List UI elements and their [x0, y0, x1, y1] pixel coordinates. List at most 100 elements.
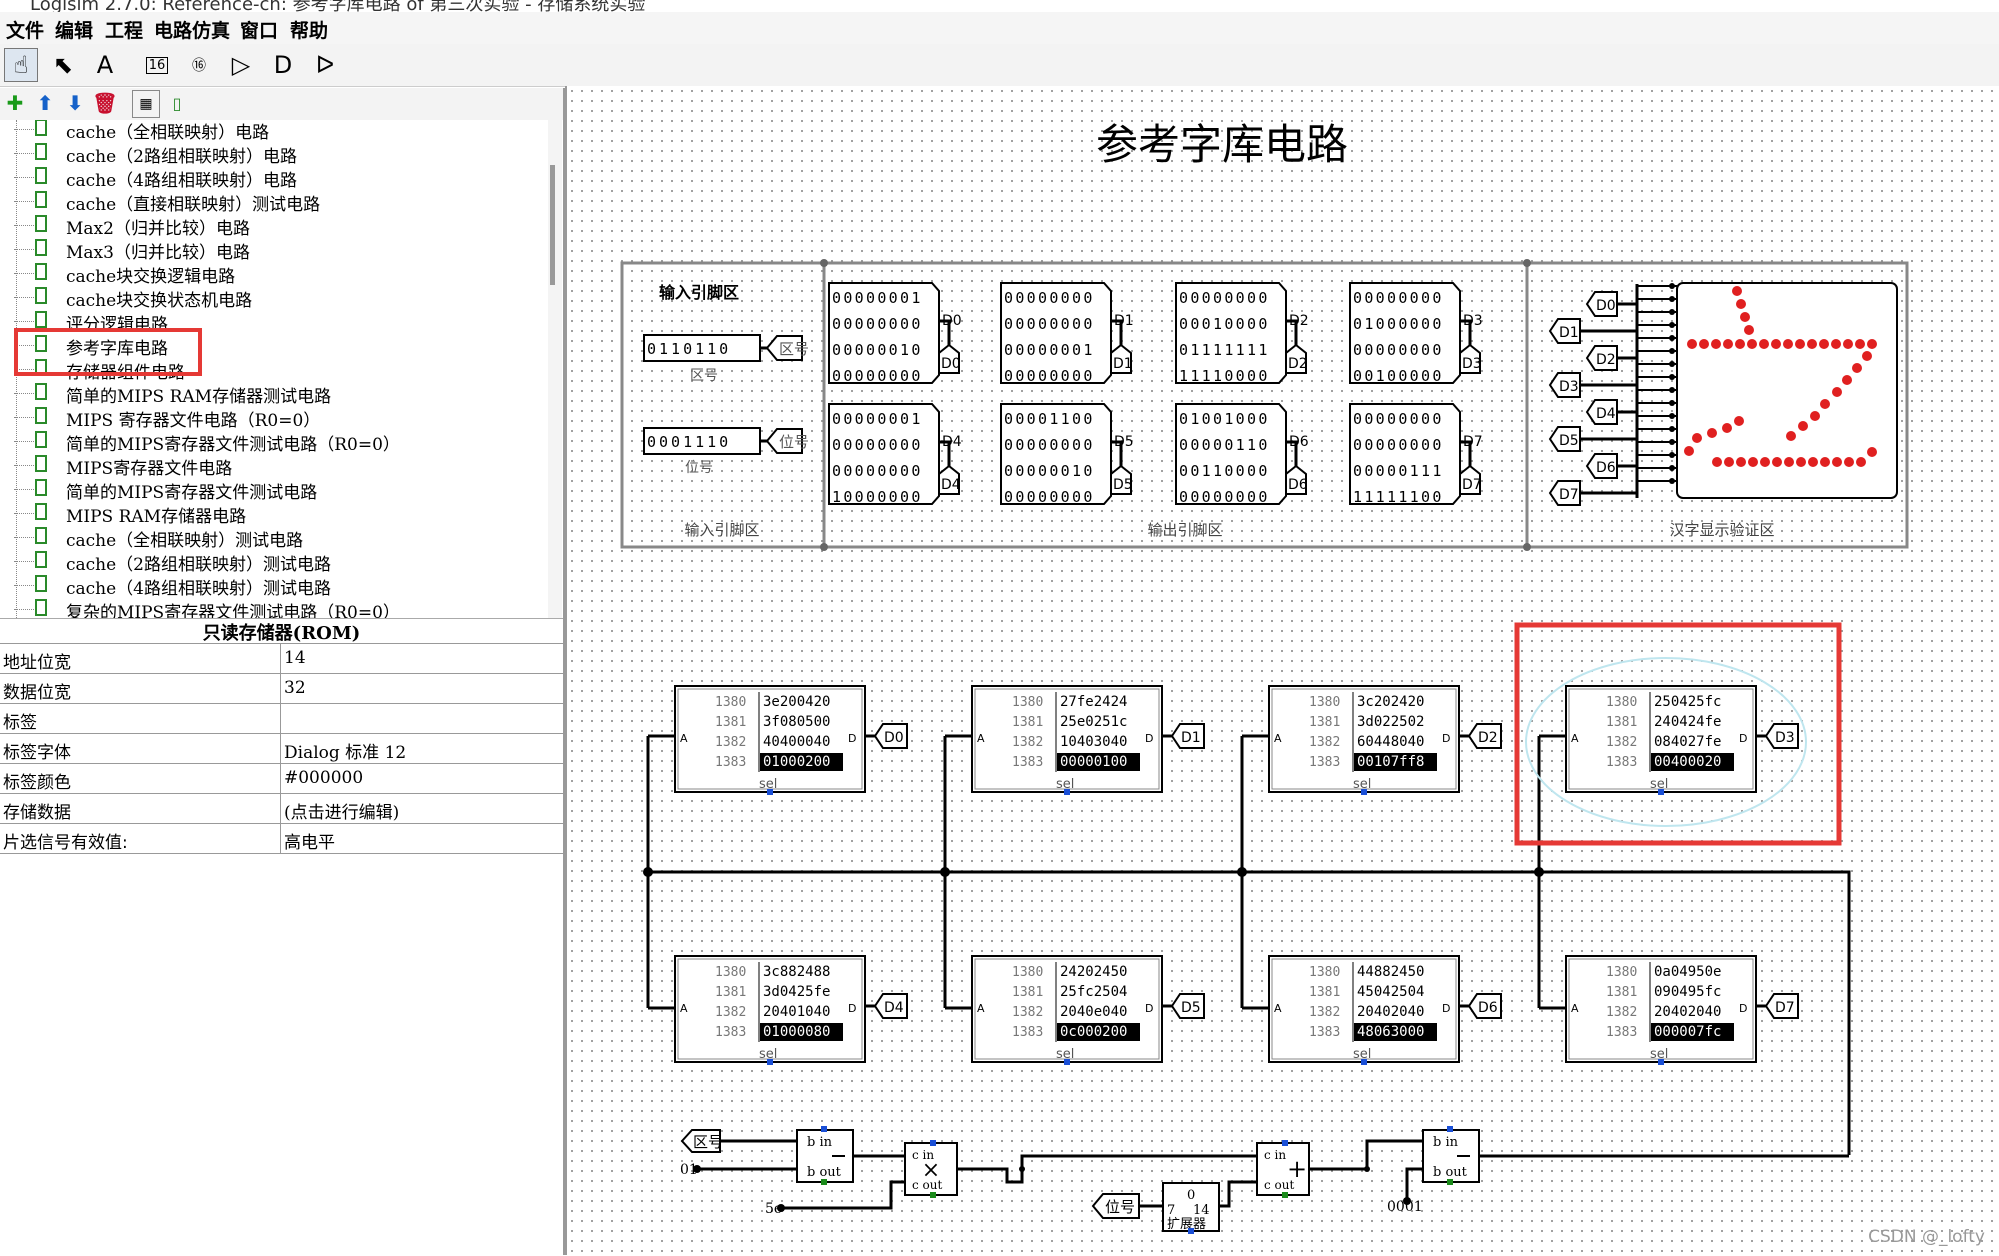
- area-pin-value: 0110110: [647, 340, 731, 358]
- rom-d-label: D: [848, 1002, 856, 1015]
- rom-out-tunnel: D1: [1181, 730, 1201, 746]
- property-row[interactable]: 标签颜色 #000000: [0, 764, 563, 794]
- output-pin-D3[interactable]: 00000000 01000000 00000000 00100000 D3 D3: [1349, 282, 1483, 385]
- and-gate-icon[interactable]: D: [266, 48, 300, 82]
- tree-item[interactable]: 复杂的MIPS寄存器文件测试电路（R0=0）: [0, 597, 540, 618]
- rom-out-tunnel: D5: [1181, 1000, 1201, 1016]
- input-pin-icon[interactable]: 16: [140, 48, 174, 82]
- rom-value: 20402040: [1357, 1004, 1424, 1020]
- property-row[interactable]: 标签: [0, 704, 563, 734]
- property-row[interactable]: 存储数据 (点击进行编辑): [0, 794, 563, 824]
- tree-item[interactable]: cache块交换状态机电路: [0, 285, 540, 311]
- pin-bits: 00000000: [1004, 367, 1095, 385]
- tree-item-label: cache（2路组相联映射）测试电路: [66, 555, 332, 575]
- rom-addr: 1381: [1309, 985, 1340, 1000]
- menu-window[interactable]: 窗口: [240, 16, 278, 43]
- property-value[interactable]: (点击进行编辑): [284, 798, 399, 823]
- rom-a-label: A: [680, 732, 688, 745]
- rom-addr: 1382: [1309, 1005, 1340, 1020]
- tree-item[interactable]: cache（4路组相联映射）电路: [0, 165, 540, 191]
- led-dot: [1712, 457, 1722, 467]
- tree-item[interactable]: Max2（归并比较）电路: [0, 213, 540, 239]
- rom-D0[interactable]: 1380 1381 1382 1383 3e200420 3f080500 40400040…: [674, 685, 908, 795]
- ext-top: 0: [1187, 1188, 1195, 1203]
- rom-value: 000007fc: [1654, 1024, 1721, 1040]
- rom-addr: 1380: [1606, 965, 1637, 980]
- rom-D1[interactable]: 1380 1381 1382 1383 27fe2424 25e0251c 10403040…: [971, 685, 1205, 795]
- property-row[interactable]: 地址位宽 14: [0, 644, 563, 674]
- rom-D7[interactable]: 1380 1381 1382 1383 0a04950e 090495fc 20402040…: [1565, 955, 1799, 1065]
- output-pin-D7[interactable]: 00000000 00000000 00000111 11111100 D7 D7: [1349, 403, 1483, 506]
- pin-bits: 00000111: [1353, 462, 1444, 480]
- tree-item[interactable]: MIPS寄存器文件电路: [0, 453, 540, 479]
- tree-item[interactable]: MIPS 寄存器文件电路（R0=0）: [0, 405, 540, 431]
- output-pin-D4[interactable]: 00000001 00000000 00000000 10000000 D4 D4: [828, 403, 962, 506]
- property-row[interactable]: 片选信号有效值: 高电平: [0, 824, 563, 854]
- tree-item[interactable]: cache（2路组相联映射）电路: [0, 141, 540, 167]
- menu-help[interactable]: 帮助: [290, 16, 328, 43]
- property-value[interactable]: #000000: [284, 768, 363, 788]
- property-value[interactable]: 高电平: [284, 828, 335, 853]
- delete-circuit-icon[interactable]: 🗑: [92, 90, 118, 116]
- pin-tunnel-label: D0: [941, 356, 961, 372]
- output-pin-D6[interactable]: 01001000 00000110 00110000 00000000 D6 D6: [1175, 403, 1309, 506]
- property-row[interactable]: 标签字体 Dialog 标准 12: [0, 734, 563, 764]
- circuit-icon: [35, 503, 47, 520]
- tree-scroll-thumb[interactable]: [550, 165, 555, 285]
- add-circuit-icon[interactable]: ✚: [2, 90, 28, 116]
- rom-addr: 1380: [1012, 965, 1043, 980]
- add-symbol: +: [1287, 1155, 1307, 1183]
- output-pin-D5[interactable]: 00001100 00000000 00000010 00000000 D5 D5: [1000, 403, 1134, 506]
- output-pin-icon[interactable]: ⑯: [182, 48, 216, 82]
- rom-value: 3d0425fe: [763, 984, 830, 1000]
- tree-item[interactable]: cache（全相联映射）测试电路: [0, 525, 540, 551]
- tree-item[interactable]: MIPS RAM存储器电路: [0, 501, 540, 527]
- appearance-view-icon[interactable]: ▦: [132, 90, 160, 118]
- move-up-icon[interactable]: ⬆: [32, 90, 58, 116]
- menu-simulate[interactable]: 电路仿真: [154, 16, 230, 43]
- rom-value: 3d022502: [1357, 714, 1424, 730]
- or-gate-icon[interactable]: ᐅ: [308, 48, 342, 82]
- tree-item[interactable]: cache块交换逻辑电路: [0, 261, 540, 287]
- rom-D5[interactable]: 1380 1381 1382 1383 24202450 25fc2504 2040e040…: [971, 955, 1205, 1065]
- pin-bits: 01111111: [1179, 341, 1270, 359]
- menu-project[interactable]: 工程: [105, 16, 143, 43]
- select-tool-icon[interactable]: ⬉: [46, 48, 80, 82]
- property-value[interactable]: 32: [284, 678, 306, 698]
- move-down-icon[interactable]: ⬇: [62, 90, 88, 116]
- pin-side-label: D0: [942, 313, 962, 329]
- not-gate-icon[interactable]: ▷: [224, 48, 258, 82]
- tree-item[interactable]: Max3（归并比较）电路: [0, 237, 540, 263]
- output-pin-D1[interactable]: 00000000 00000000 00000001 00000000 D1 D1: [1000, 282, 1134, 385]
- rom-D3[interactable]: 1380 1381 1382 1383 250425fc 240424fe 084027fe…: [1565, 685, 1799, 795]
- text-tool-icon[interactable]: A: [88, 48, 122, 82]
- pin-bits: 10000000: [832, 488, 923, 506]
- tree-item[interactable]: cache（直接相联映射）测试电路: [0, 189, 540, 215]
- led-dot: [1707, 428, 1717, 438]
- output-pin-D0[interactable]: 00000001 00000000 00000010 00000000 D0 D0: [828, 282, 962, 385]
- rom-D4[interactable]: 1380 1381 1382 1383 3c882488 3d0425fe 20401040…: [674, 955, 908, 1065]
- tree-item[interactable]: 简单的MIPS寄存器文件测试电路: [0, 477, 540, 503]
- menu-file[interactable]: 文件: [6, 16, 44, 43]
- led-dot: [1748, 457, 1758, 467]
- led-dot: [1747, 339, 1757, 349]
- rom-addr: 1382: [715, 1005, 746, 1020]
- tree-item[interactable]: cache（2路组相联映射）测试电路: [0, 549, 540, 575]
- circuit-canvas[interactable]: 参考字库电路 输入引脚区 0110110 区号 区号 0001110 位号 位号…: [565, 86, 1999, 1255]
- output-pin-D2[interactable]: 00000000 00010000 01111111 11110000 D2 D2: [1175, 282, 1309, 385]
- pin-bits: 00110000: [1179, 462, 1270, 480]
- tree-item[interactable]: cache（4路组相联映射）测试电路: [0, 573, 540, 599]
- poke-tool-icon[interactable]: ☝: [4, 48, 38, 82]
- property-value[interactable]: 14: [284, 648, 306, 668]
- rom-D6[interactable]: 1380 1381 1382 1383 44882450 45042504 20402040…: [1268, 955, 1502, 1065]
- tree-item[interactable]: 简单的MIPS RAM存储器测试电路: [0, 381, 540, 407]
- menu-edit[interactable]: 编辑: [55, 16, 93, 43]
- rom-addr: 1380: [1309, 965, 1340, 980]
- property-row[interactable]: 数据位宽 32: [0, 674, 563, 704]
- led-dot: [1795, 339, 1805, 349]
- tree-item[interactable]: 简单的MIPS寄存器文件测试电路（R0=0）: [0, 429, 540, 455]
- rom-D2[interactable]: 1380 1381 1382 1383 3c202420 3d022502 60448040…: [1268, 685, 1502, 795]
- layout-view-icon[interactable]: ▯: [164, 90, 190, 116]
- tree-item[interactable]: cache（全相联映射）电路: [0, 120, 540, 143]
- property-value[interactable]: Dialog 标准 12: [284, 738, 406, 763]
